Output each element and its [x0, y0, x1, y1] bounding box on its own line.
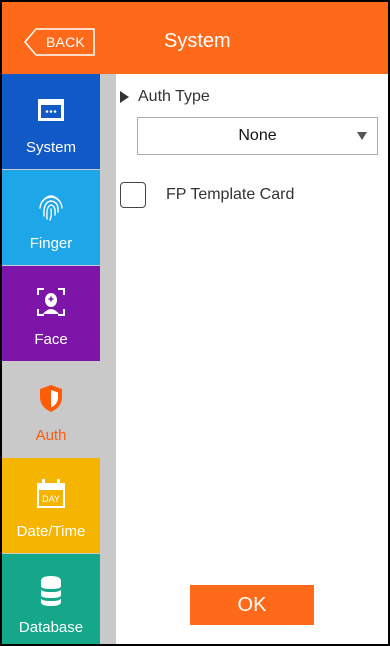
sidebar-item-auth[interactable]: Auth: [2, 362, 100, 457]
fp-template-card-checkbox[interactable]: [120, 182, 146, 208]
sidebar-item-label: Face: [34, 331, 68, 348]
sidebar-item-finger[interactable]: Finger: [2, 170, 100, 265]
app-frame: BACK System System Finger Face Auth DAY …: [2, 2, 388, 644]
back-button[interactable]: BACK: [24, 28, 96, 56]
sidebar-item-label: Auth: [35, 427, 67, 444]
header-bar: BACK System: [2, 2, 388, 74]
fp-template-card-label: FP Template Card: [166, 186, 295, 203]
back-label: BACK: [46, 34, 85, 50]
calendar-icon: DAY: [37, 479, 65, 508]
database-icon: [41, 576, 61, 606]
content-panel: Auth Type None FP Template Card OK: [116, 74, 388, 644]
page-title: System: [164, 30, 231, 52]
auth-type-dropdown[interactable]: None: [137, 117, 378, 155]
auth-type-value: None: [238, 127, 277, 144]
sidebar-item-label: Finger: [29, 235, 73, 252]
sidebar-item-label: Database: [18, 619, 84, 636]
shield-icon: [40, 385, 62, 412]
sidebar-item-label: Date/Time: [16, 523, 86, 540]
expand-arrow-icon: [120, 91, 129, 103]
sidebar: System Finger Face Auth DAY Date/Time Da…: [2, 74, 116, 644]
fingerprint-icon: [39, 195, 63, 221]
sidebar-item-face[interactable]: Face: [2, 266, 100, 361]
calendar-day-text: DAY: [42, 494, 60, 504]
sidebar-item-database[interactable]: Database: [2, 554, 100, 644]
ok-button[interactable]: OK: [190, 585, 314, 625]
sidebar-item-label: System: [25, 139, 76, 156]
window-icon: [38, 99, 64, 121]
dropdown-caret-icon: [357, 132, 367, 140]
sidebar-item-system[interactable]: System: [2, 74, 100, 169]
sidebar-item-date-time[interactable]: DAY Date/Time: [2, 458, 100, 553]
face-scan-icon: [37, 288, 65, 316]
auth-type-label: Auth Type: [138, 88, 210, 105]
